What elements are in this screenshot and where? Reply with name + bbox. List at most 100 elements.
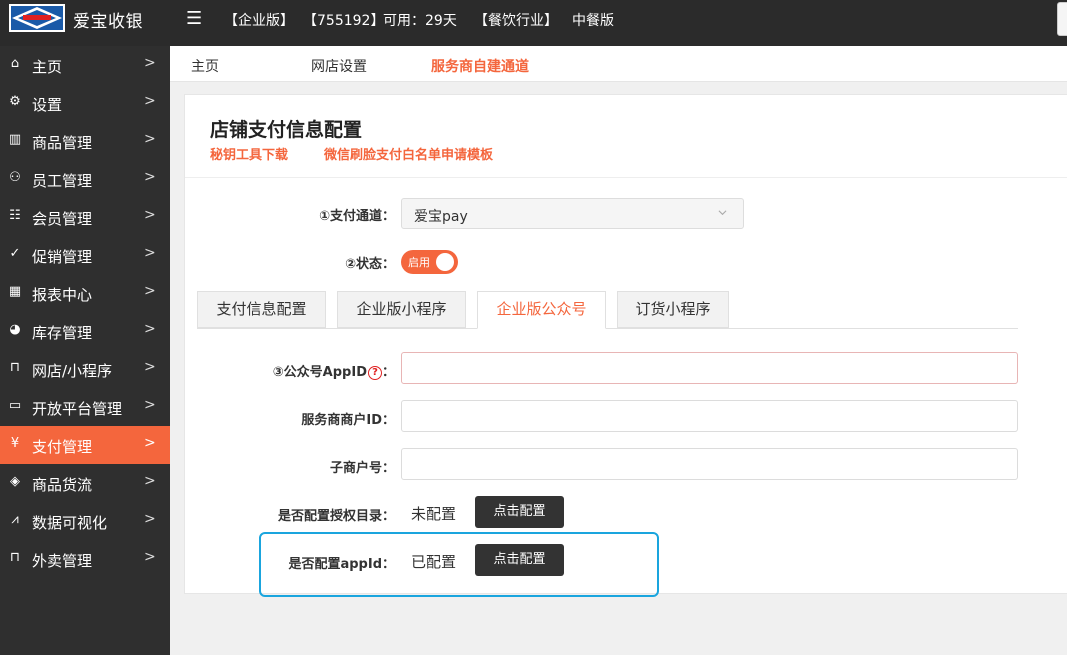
auth-dir-status: 未配置 (411, 505, 457, 523)
industry-label: 【餐饮行业】 (474, 13, 558, 29)
tab-enterprise-miniprogram[interactable]: 企业版小程序 (337, 291, 466, 328)
tab-home[interactable]: 主页 (191, 56, 219, 76)
sidebar-item-label: 开放平台管理 (32, 400, 123, 418)
status-label: ②状态： (344, 257, 395, 272)
sidebar-item-takeaway[interactable]: ⊓ 外卖管理 > (0, 540, 170, 578)
tab-enterprise-official-account[interactable]: 企业版公众号 (477, 291, 606, 329)
shop-icon: ⊓ (9, 550, 21, 565)
appid-config-label: 是否配置appId： (288, 557, 395, 572)
chevron-right-icon: > (144, 321, 156, 337)
chevron-right-icon: > (144, 511, 156, 527)
store-icon: ⊓ (9, 360, 21, 375)
sidebar-item-promotions[interactable]: ✓ 促销管理 > (0, 236, 170, 274)
pie-chart-icon: ◕ (9, 322, 21, 337)
whitelist-template-link[interactable]: 微信刷脸支付白名单申请模板 (324, 144, 493, 163)
chevron-down-icon (718, 210, 727, 216)
page-tabs: 主页 网店设置 服务商自建通道 (170, 46, 1067, 82)
toggle-knob (436, 253, 454, 271)
tab-provider-channel[interactable]: 服务商自建通道 (431, 56, 529, 76)
chevron-right-icon: > (144, 207, 156, 223)
sidebar-item-home[interactable]: ⌂ 主页 > (0, 46, 170, 84)
merchant-id-input[interactable] (401, 400, 1018, 432)
top-bar: 爱宝收银 ☰ 【企业版】 【755192】 可用：29天 【餐饮行业】 中餐版 (0, 0, 1067, 46)
tab-online-store-settings[interactable]: 网店设置 (311, 56, 367, 76)
chevron-right-icon: > (144, 473, 156, 489)
sidebar-item-label: 报表中心 (32, 286, 93, 304)
appid-label-text: ③公众号AppID (272, 365, 367, 380)
sidebar-item-settings[interactable]: ⚙ 设置 > (0, 84, 170, 122)
sidebar-item-label: 支付管理 (32, 438, 93, 456)
sidebar-item-logistics[interactable]: ◈ 商品货流 > (0, 464, 170, 502)
tab-ordering-miniprogram[interactable]: 订货小程序 (617, 291, 729, 328)
chevron-right-icon: > (144, 93, 156, 109)
bar-chart-icon: ▦ (8, 284, 22, 299)
sidebar-item-label: 员工管理 (32, 172, 93, 190)
auth-dir-label: 是否配置授权目录： (277, 509, 395, 524)
home-icon: ⌂ (10, 56, 20, 71)
check-circle-icon: ✓ (9, 246, 21, 261)
status-toggle-text: 启用 (408, 256, 430, 269)
chevron-right-icon: > (144, 245, 156, 261)
yuan-coin-icon: ¥ (10, 436, 20, 451)
page-title: 店铺支付信息配置 (210, 119, 363, 141)
channel-selected-value: 爱宝pay (414, 209, 468, 225)
chevron-right-icon: > (144, 435, 156, 451)
tab-payment-info[interactable]: 支付信息配置 (197, 291, 326, 328)
top-right-button[interactable] (1057, 2, 1067, 36)
member-card-icon: ☷ (9, 208, 21, 223)
sidebar-item-label: 网店/小程序 (32, 362, 113, 380)
chevron-right-icon: > (144, 359, 156, 375)
sidebar-item-label: 外卖管理 (32, 552, 93, 570)
sidebar-item-members[interactable]: ☷ 会员管理 > (0, 198, 170, 236)
appid-config-status: 已配置 (411, 553, 457, 571)
sidebar-item-label: 设置 (32, 96, 63, 114)
shop-id-label: 【755192】 (303, 13, 385, 29)
status-toggle[interactable]: 启用 (401, 250, 458, 274)
channel-label: ①支付通道： (318, 209, 395, 224)
sidebar-item-staff[interactable]: ⚇ 员工管理 > (0, 160, 170, 198)
sidebar-item-inventory[interactable]: ◕ 库存管理 > (0, 312, 170, 350)
appid-config-button[interactable]: 点击配置 (475, 544, 564, 576)
auth-dir-config-button[interactable]: 点击配置 (475, 496, 564, 528)
sidebar-item-online-store[interactable]: ⊓ 网店/小程序 > (0, 350, 170, 388)
sidebar-item-products[interactable]: ▥ 商品管理 > (0, 122, 170, 160)
sidebar: ⌂ 主页 > ⚙ 设置 > ▥ 商品管理 > ⚇ 员工管理 > ☷ 会员管理 >… (0, 46, 170, 655)
sidebar-item-label: 会员管理 (32, 210, 93, 228)
brand-name: 爱宝收银 (73, 12, 143, 32)
key-tool-download-link[interactable]: 秘钥工具下载 (210, 144, 288, 163)
sidebar-item-label: 促销管理 (32, 248, 93, 266)
sidebar-item-reports[interactable]: ▦ 报表中心 > (0, 274, 170, 312)
menu-toggle-icon[interactable]: ☰ (186, 8, 202, 29)
gear-icon: ⚙ (9, 94, 21, 109)
edition-label: 【企业版】 (224, 13, 294, 29)
available-days-label: 可用：29天 (383, 13, 457, 29)
barcode-icon: ▥ (8, 132, 22, 147)
chevron-right-icon: > (144, 283, 156, 299)
appid-input[interactable] (401, 352, 1018, 384)
chevron-right-icon: > (144, 169, 156, 185)
line-chart-icon: ⩘ (11, 512, 19, 527)
sidebar-item-data-visualization[interactable]: ⩘ 数据可视化 > (0, 502, 170, 540)
chevron-right-icon: > (144, 55, 156, 71)
tab-underline (197, 328, 1018, 329)
sidebar-item-label: 数据可视化 (32, 514, 108, 532)
sidebar-item-payment[interactable]: ¥ 支付管理 > (0, 426, 170, 464)
chevron-right-icon: > (144, 549, 156, 565)
sidebar-item-open-platform[interactable]: ▭ 开放平台管理 > (0, 388, 170, 426)
user-icon: ⚇ (9, 170, 21, 185)
box-icon: ◈ (10, 474, 20, 489)
monitor-icon: ▭ (8, 398, 22, 413)
sub-merchant-input[interactable] (401, 448, 1018, 480)
appid-label: ③公众号AppID?： (205, 361, 395, 380)
sidebar-item-label: 主页 (32, 58, 63, 76)
divider (185, 177, 1067, 178)
help-icon[interactable]: ? (367, 365, 382, 380)
chevron-right-icon: > (144, 397, 156, 413)
sidebar-item-label: 商品货流 (32, 476, 93, 494)
sidebar-item-label: 库存管理 (32, 324, 93, 342)
merchant-id-label: 服务商商户ID： (301, 413, 395, 428)
sidebar-item-label: 商品管理 (32, 134, 93, 152)
cuisine-label: 中餐版 (572, 13, 614, 29)
channel-select[interactable]: 爱宝pay (401, 198, 744, 229)
payment-config-card: 店铺支付信息配置 秘钥工具下载 微信刷脸支付白名单申请模板 ①支付通道： 爱宝p… (184, 94, 1067, 594)
